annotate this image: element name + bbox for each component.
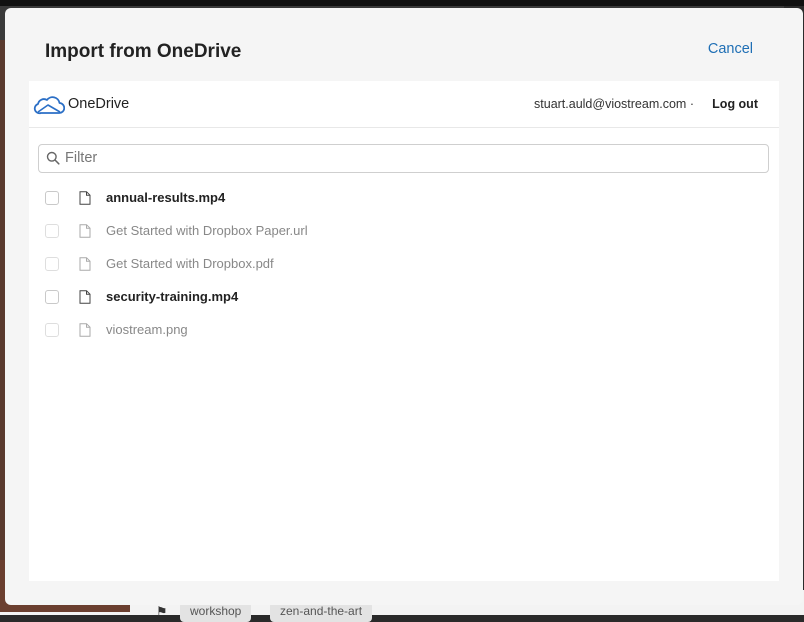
filter-box <box>38 144 769 173</box>
dialog-title: Import from OneDrive <box>45 41 242 62</box>
background-tag: zen-and-the-art <box>270 602 373 622</box>
file-row[interactable]: annual-results.mp4 <box>29 190 779 224</box>
file-checkbox <box>45 224 59 238</box>
file-checkbox <box>45 257 59 271</box>
onedrive-cloud-icon <box>33 96 65 115</box>
file-row: Get Started with Dropbox Paper.url <box>29 223 779 257</box>
search-icon <box>46 151 60 165</box>
file-browser-panel: OneDrive stuart.auld@viostream.com · Log… <box>29 81 779 581</box>
file-name: viostream.png <box>106 322 188 337</box>
file-checkbox <box>45 323 59 337</box>
cancel-button[interactable]: Cancel <box>708 41 753 57</box>
import-dialog: Import from OneDrive Cancel OneDrive stu… <box>5 8 803 605</box>
provider-name: OneDrive <box>68 96 130 112</box>
account-email-text: stuart.auld@viostream.com <box>534 97 687 111</box>
file-row[interactable]: security-training.mp4 <box>29 289 779 323</box>
file-name: Get Started with Dropbox Paper.url <box>106 223 308 238</box>
separator-dot: · <box>689 97 694 111</box>
file-icon <box>79 224 91 238</box>
logout-button[interactable]: Log out <box>712 97 758 111</box>
file-row: Get Started with Dropbox.pdf <box>29 256 779 290</box>
file-list: annual-results.mp4 Get Started with Drop… <box>29 190 779 356</box>
file-icon <box>79 191 91 205</box>
background-tag: workshop <box>180 602 252 622</box>
file-name: security-training.mp4 <box>106 289 239 304</box>
tag-icon: ⚑ <box>156 604 168 619</box>
file-icon <box>79 323 91 337</box>
file-icon <box>79 257 91 271</box>
file-icon <box>79 290 91 304</box>
file-name: annual-results.mp4 <box>106 190 226 205</box>
file-name: Get Started with Dropbox.pdf <box>106 256 274 271</box>
file-checkbox[interactable] <box>45 290 59 304</box>
account-email: stuart.auld@viostream.com · <box>534 97 694 111</box>
file-row: viostream.png <box>29 322 779 356</box>
provider-bar: OneDrive stuart.auld@viostream.com · Log… <box>29 81 779 128</box>
background-top-bar <box>0 0 804 6</box>
file-checkbox[interactable] <box>45 191 59 205</box>
filter-input[interactable] <box>65 147 755 169</box>
dialog-header: Import from OneDrive Cancel <box>31 14 777 80</box>
